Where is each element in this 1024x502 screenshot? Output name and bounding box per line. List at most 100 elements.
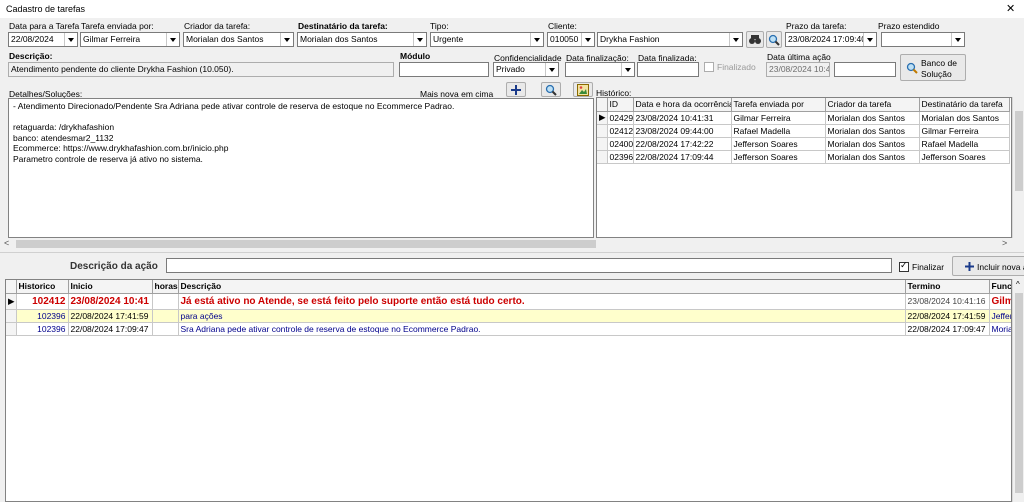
column-header[interactable]: Func (989, 280, 1011, 294)
column-header[interactable]: ID (607, 98, 634, 112)
table-cell: Jeffers (989, 309, 1011, 323)
table-cell: Rafael Madella (919, 137, 1010, 151)
table-row[interactable]: 02396 22/08/2024 17:09:44 Jefferson Soares… (597, 150, 1010, 164)
incluir-label: Incluir nova a (977, 262, 1024, 272)
image-button[interactable] (573, 82, 593, 97)
historico-grid[interactable]: ID Data e hora da ocorrência Tarefa enviad… (596, 97, 1012, 238)
table-row[interactable]: ▶ 102412 23/08/2024 10:41 Já está ativo no … (6, 293, 1011, 310)
column-header[interactable]: Tarefa enviada por (731, 98, 826, 112)
data-ultima-acao-field-2[interactable] (834, 62, 896, 77)
search-detalhe-button[interactable] (541, 82, 561, 97)
table-cell: para ações (178, 309, 906, 323)
add-detalhe-button[interactable] (506, 82, 526, 97)
incluir-button[interactable]: Incluir nova a (952, 256, 1024, 276)
table-cell: 23/08/2024 10:41:16 (905, 293, 990, 310)
cliente-name-value: Drykha Fashion (600, 34, 660, 44)
detalhes-textarea[interactable]: - Atendimento Direcionado/Pendente Sra A… (8, 98, 594, 238)
prazo-label: Prazo da tarefa: (786, 21, 847, 31)
tipo-label: Tipo: (430, 21, 449, 31)
table-row[interactable]: 102396 22/08/2024 17:41:59 para ações 22/08… (6, 309, 1011, 323)
column-header[interactable]: Historico (16, 280, 69, 294)
prazo-estendido-select[interactable] (881, 32, 965, 47)
criador-select[interactable]: Morialan dos Santos (183, 32, 294, 47)
data-finalizada-field[interactable] (637, 62, 699, 77)
table-cell: Morialan dos Santos (825, 111, 920, 125)
column-header[interactable]: horas (152, 280, 179, 294)
table-row[interactable]: 102396 22/08/2024 17:09:47 Sra Adriana ped… (6, 322, 1011, 336)
descricao-field[interactable]: Atendimento pendente do cliente Drykha F… (8, 62, 394, 77)
header-corner (6, 280, 17, 294)
finalizado-checkbox[interactable] (704, 62, 714, 72)
acoes-grid[interactable]: Historico Inicio horas Descrição Termino Func… (5, 279, 1012, 502)
horizontal-scrollbar[interactable]: < > (0, 238, 1024, 250)
cliente-label: Cliente: (548, 21, 577, 31)
historico-scrollbar[interactable] (1012, 97, 1024, 238)
cliente-name-select[interactable]: Drykha Fashion (597, 32, 743, 47)
table-cell: 22/08/2024 17:41:59 (68, 309, 153, 323)
modulo-field[interactable] (399, 62, 489, 77)
chevron-down-icon (729, 33, 742, 46)
plus-icon (965, 262, 974, 271)
table-row[interactable]: ▶ 02429 23/08/2024 10:41:31 Gilmar Ferreira… (597, 111, 1010, 125)
confidencialidade-select[interactable]: Privado (493, 62, 559, 77)
chevron-down-icon (621, 63, 634, 76)
plus-icon (511, 85, 521, 95)
prazo-select[interactable]: 23/08/2024 17:09:40 (785, 32, 877, 47)
cliente-code-select[interactable]: 010050 (547, 32, 595, 47)
row-indicator (6, 322, 17, 336)
close-icon[interactable]: ✕ (1006, 2, 1015, 15)
table-cell (152, 322, 179, 336)
column-header[interactable]: Data e hora da ocorrência (633, 98, 732, 112)
banco-solucao-button[interactable]: Banco de Solução (900, 54, 966, 81)
detalhes-line: retaguarda: /drykhafashion (13, 122, 115, 132)
search-button[interactable] (766, 31, 782, 48)
header-corner (597, 98, 608, 112)
data-finalizacao-select[interactable] (565, 62, 635, 77)
data-tarefa-select[interactable]: 22/08/2024 (8, 32, 78, 47)
column-header[interactable]: Criador da tarefa (825, 98, 920, 112)
row-indicator (6, 309, 17, 323)
finalizar-checkbox[interactable] (899, 260, 909, 272)
detalhes-line: Ecommerce: https://www.drykhafashion.com… (13, 143, 229, 153)
window-title: Cadastro de tarefas (6, 4, 86, 14)
table-cell (152, 293, 179, 310)
table-cell: 02396 (607, 150, 634, 164)
column-header[interactable]: Inicio (68, 280, 153, 294)
enviada-por-select[interactable]: Gilmar Ferreira (80, 32, 180, 47)
scroll-up-icon[interactable]: ^ (1016, 280, 1020, 289)
column-header[interactable]: Termino (905, 280, 990, 294)
table-cell: 22/08/2024 17:41:59 (905, 309, 990, 323)
table-cell: Gilmar Ferreira (919, 124, 1010, 138)
column-header[interactable]: Descrição (178, 280, 906, 294)
chevron-down-icon (166, 33, 179, 46)
tipo-select[interactable]: Urgente (430, 32, 544, 47)
binoculars-button[interactable] (746, 31, 764, 48)
chevron-down-icon (413, 33, 426, 46)
destinatario-value: Morialan dos Santos (300, 34, 378, 44)
detalhes-line: - Atendimento Direcionado/Pendente Sra A… (13, 101, 455, 111)
destinatario-select[interactable]: Morialan dos Santos (297, 32, 427, 47)
table-cell: Sra Adriana pede ativar controle de rese… (178, 322, 906, 336)
table-row[interactable]: 02400 22/08/2024 17:42:22 Jefferson Soares… (597, 137, 1010, 151)
banco-solucao-line1: Banco de (921, 58, 957, 68)
scroll-thumb[interactable] (1015, 111, 1023, 191)
data-ultima-acao-field: 23/08/2024 10:4 (766, 62, 830, 77)
table-cell: Morialan dos Santos (919, 111, 1010, 125)
criador-value: Morialan dos Santos (186, 34, 264, 44)
confidencialidade-value: Privado (496, 64, 525, 74)
row-indicator: ▶ (597, 111, 608, 125)
data-tarefa-label: Data para a Tarefa (9, 21, 80, 31)
table-row[interactable]: 02412 23/08/2024 09:44:00 Rafael Madella Mo… (597, 124, 1010, 138)
scroll-thumb[interactable] (16, 240, 596, 248)
scroll-right-icon[interactable]: > (1002, 238, 1007, 248)
column-header[interactable]: Destinatário da tarefa (919, 98, 1010, 112)
acoes-scrollbar[interactable]: ^ (1012, 279, 1024, 502)
image-icon (577, 84, 589, 96)
acao-input[interactable] (166, 258, 892, 273)
table-cell: Jefferson Soares (731, 150, 826, 164)
data-tarefa-value: 22/08/2024 (11, 34, 54, 44)
row-indicator (597, 137, 608, 151)
scroll-thumb[interactable] (1015, 293, 1023, 493)
scroll-left-icon[interactable]: < (4, 238, 9, 248)
table-cell: Gilmar Ferreira (731, 111, 826, 125)
